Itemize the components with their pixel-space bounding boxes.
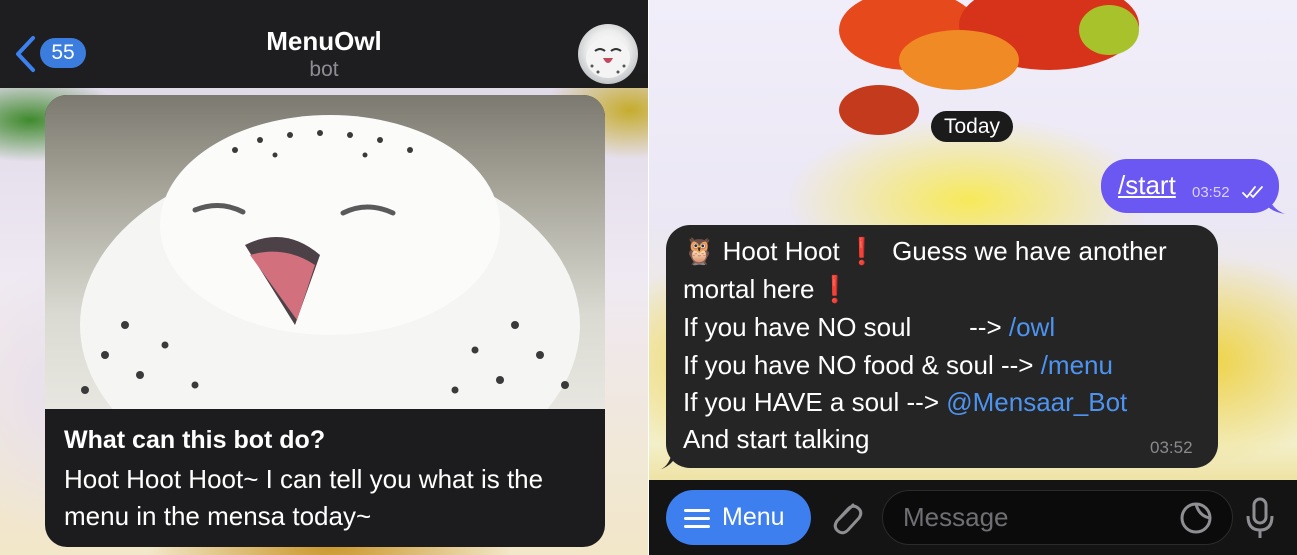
message-line-2: mortal here ❗: [683, 274, 851, 304]
chat-screen: Today /start 03:52 🦉 Hoot Hoot ❗ Guess we …: [649, 0, 1297, 555]
intro-heading: What can this bot do?: [64, 426, 326, 454]
owl-command-link[interactable]: /owl: [1009, 312, 1055, 342]
message-text: mortal here: [683, 274, 815, 304]
outgoing-timestamp: 03:52: [1192, 184, 1230, 201]
menu-button-label: Menu: [722, 503, 785, 531]
chat-title: MenuOwl: [266, 26, 382, 56]
message-text: If you HAVE a soul -->: [683, 387, 947, 417]
message-text: Hoot Hoot: [722, 236, 840, 266]
message-line-6: And start talking: [683, 424, 869, 454]
chat-subtitle: bot: [309, 58, 339, 81]
outgoing-bubble-tail: [1267, 190, 1285, 214]
message-line-4: If you have NO food & soul --> /menu: [683, 350, 1113, 380]
owl-photo: [45, 95, 605, 495]
incoming-timestamp: 03:52: [1150, 438, 1193, 457]
incoming-bubble-tail: [659, 446, 679, 470]
owl-emoji-icon: 🦉: [683, 236, 716, 266]
message-input-bar: Menu: [649, 480, 1297, 555]
message-line-3: If you have NO soul --> /owl: [683, 312, 1055, 342]
microphone-icon[interactable]: [1245, 496, 1275, 540]
start-command-link[interactable]: /start: [1118, 170, 1176, 201]
menu-button[interactable]: Menu: [666, 490, 811, 545]
paperclip-icon[interactable]: [827, 497, 865, 537]
message-line-1: 🦉 Hoot Hoot ❗ Guess we have another: [683, 236, 1167, 266]
bot-profile-screen: 55 MenuOwl bot What can this bot do? Hoo…: [0, 0, 648, 555]
message-text: Guess we have another: [892, 236, 1167, 266]
menu-command-link[interactable]: /menu: [1041, 350, 1113, 380]
bot-avatar[interactable]: [578, 24, 638, 84]
bot-intro-card: What can this bot do? Hoot Hoot Hoot~ I …: [45, 95, 605, 547]
outgoing-message: /start 03:52: [1101, 159, 1279, 213]
message-text: If you have NO food & soul -->: [683, 350, 1041, 380]
navigation-bar: 55 MenuOwl bot: [0, 0, 648, 88]
sticker-icon[interactable]: [1179, 501, 1213, 535]
date-separator: Today: [931, 111, 1013, 142]
hamburger-icon: [684, 509, 710, 528]
message-text: If you have NO soul -->: [683, 312, 1009, 342]
exclamation-icon: ❗: [818, 274, 851, 304]
read-checkmarks-icon: [1242, 186, 1263, 199]
intro-description: Hoot Hoot Hoot~ I can tell you what is t…: [64, 464, 544, 531]
laughing-owl-image: [80, 115, 580, 495]
owl-avatar-icon: [586, 38, 630, 78]
incoming-message: 🦉 Hoot Hoot ❗ Guess we have another mortal…: [666, 225, 1218, 468]
exclamation-icon: ❗: [845, 236, 879, 266]
message-text: And start talking: [683, 424, 870, 454]
message-line-5: If you HAVE a soul --> @Mensaar_Bot: [683, 387, 1127, 417]
mensaar-bot-mention-link[interactable]: @Mensaar_Bot: [946, 387, 1127, 417]
